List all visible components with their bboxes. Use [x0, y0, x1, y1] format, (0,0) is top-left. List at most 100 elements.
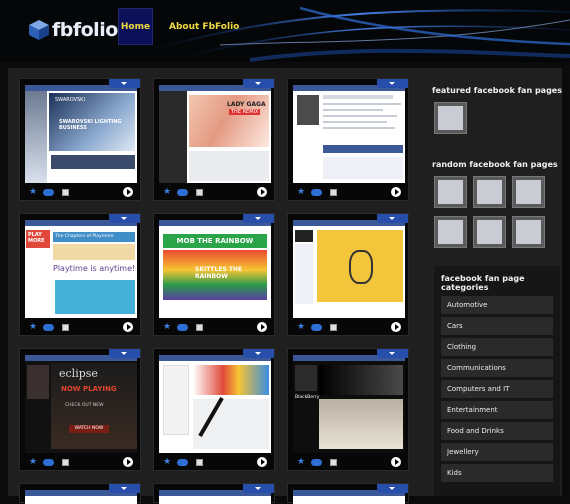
- share-icon[interactable]: [196, 459, 203, 466]
- random-thumbnail[interactable]: [512, 216, 545, 248]
- fan-page-card[interactable]: BlackBerry ★: [287, 348, 409, 471]
- card-thumbnail[interactable]: LADY GAGA THE REMIX: [159, 85, 271, 183]
- comment-icon[interactable]: [177, 189, 188, 196]
- share-icon[interactable]: [196, 324, 203, 331]
- star-icon[interactable]: ★: [29, 187, 37, 197]
- fan-page-card[interactable]: [19, 483, 141, 504]
- random-thumbnail[interactable]: [434, 216, 467, 248]
- category-communications[interactable]: Communications: [441, 359, 553, 378]
- dropdown-tab[interactable]: [377, 484, 408, 493]
- card-thumbnail[interactable]: [293, 85, 405, 183]
- logo-text: fbfolio: [52, 19, 118, 41]
- card-thumbnail[interactable]: [159, 355, 271, 453]
- dropdown-tab[interactable]: [109, 349, 140, 358]
- site-header: fbfolio Home About FbFolio: [0, 0, 570, 62]
- nav-about[interactable]: About FbFolio: [157, 8, 251, 45]
- card-text: NOW PLAYING: [61, 385, 117, 393]
- comment-icon[interactable]: [177, 324, 188, 331]
- share-icon[interactable]: [330, 324, 337, 331]
- card-text: SKITTLES THE RAINBOW: [195, 266, 243, 280]
- card-text: BlackBerry: [295, 395, 320, 400]
- play-icon[interactable]: [123, 187, 133, 197]
- play-icon[interactable]: [391, 457, 401, 467]
- play-icon[interactable]: [257, 187, 267, 197]
- fan-page-card[interactable]: PLAY MORE The Chapters of Playmore Playt…: [19, 213, 141, 336]
- category-food-and-drinks[interactable]: Food and Drinks: [441, 422, 553, 441]
- fan-page-card[interactable]: ★: [287, 78, 409, 201]
- category-cars[interactable]: Cars: [441, 317, 553, 336]
- comment-icon[interactable]: [43, 324, 54, 331]
- random-thumbnail[interactable]: [512, 176, 545, 208]
- random-thumbnail[interactable]: [473, 216, 506, 248]
- category-entertainment[interactable]: Entertainment: [441, 401, 553, 420]
- share-icon[interactable]: [62, 189, 69, 196]
- category-automotive[interactable]: Automotive: [441, 296, 553, 315]
- fan-page-card[interactable]: SWAROVSKI SWAROVSKI LIGHTING BUSINESS ★: [19, 78, 141, 201]
- card-text: The Chapters of Playmore: [53, 232, 135, 242]
- dropdown-tab[interactable]: [109, 79, 140, 88]
- random-title: random facebook fan pages: [432, 160, 558, 169]
- comment-icon[interactable]: [177, 459, 188, 466]
- random-thumbnail[interactable]: [473, 176, 506, 208]
- comment-icon[interactable]: [311, 459, 322, 466]
- star-icon[interactable]: ★: [297, 322, 305, 332]
- card-thumbnail[interactable]: BlackBerry: [293, 355, 405, 453]
- comment-icon[interactable]: [43, 459, 54, 466]
- categories-panel: facebook fan page categories Automotive …: [434, 266, 560, 496]
- share-icon[interactable]: [62, 324, 69, 331]
- fan-page-card[interactable]: MOB THE RAINBOW SKITTLES THE RAINBOW ★: [153, 213, 275, 336]
- dropdown-tab[interactable]: [243, 484, 274, 493]
- star-icon[interactable]: ★: [163, 457, 171, 467]
- dropdown-tab[interactable]: [243, 79, 274, 88]
- card-thumbnail[interactable]: [293, 220, 405, 318]
- fan-page-card[interactable]: ★: [287, 213, 409, 336]
- comment-icon[interactable]: [311, 324, 322, 331]
- star-icon[interactable]: ★: [163, 187, 171, 197]
- fan-page-card[interactable]: LADY GAGA THE REMIX ★: [153, 78, 275, 201]
- site-logo[interactable]: fbfolio: [28, 16, 118, 44]
- nav-home[interactable]: Home: [118, 8, 153, 45]
- fan-page-card[interactable]: eclipse NOW PLAYING CHECK OUT NEW WATCH …: [19, 348, 141, 471]
- play-icon[interactable]: [391, 187, 401, 197]
- share-icon[interactable]: [196, 189, 203, 196]
- fan-page-card[interactable]: ★: [153, 348, 275, 471]
- card-text: eclipse: [59, 367, 98, 380]
- dropdown-tab[interactable]: [377, 214, 408, 223]
- share-icon[interactable]: [330, 459, 337, 466]
- play-icon[interactable]: [391, 322, 401, 332]
- cube-logo-icon: [29, 20, 49, 40]
- dropdown-tab[interactable]: [243, 349, 274, 358]
- dropdown-tab[interactable]: [377, 349, 408, 358]
- share-icon[interactable]: [62, 459, 69, 466]
- play-icon[interactable]: [257, 457, 267, 467]
- card-text: CHECK OUT NEW: [65, 403, 104, 408]
- category-kids[interactable]: Kids: [441, 464, 553, 483]
- dropdown-tab[interactable]: [109, 484, 140, 493]
- star-icon[interactable]: ★: [297, 457, 305, 467]
- star-icon[interactable]: ★: [29, 457, 37, 467]
- share-icon[interactable]: [330, 189, 337, 196]
- star-icon[interactable]: ★: [29, 322, 37, 332]
- play-icon[interactable]: [123, 457, 133, 467]
- comment-icon[interactable]: [43, 189, 54, 196]
- fan-page-card[interactable]: [287, 483, 409, 504]
- play-icon[interactable]: [257, 322, 267, 332]
- category-clothing[interactable]: Clothing: [441, 338, 553, 357]
- star-icon[interactable]: ★: [163, 322, 171, 332]
- star-icon[interactable]: ★: [297, 187, 305, 197]
- category-computers-and-it[interactable]: Computers and IT: [441, 380, 553, 399]
- dropdown-tab[interactable]: [243, 214, 274, 223]
- comment-icon[interactable]: [311, 189, 322, 196]
- random-thumbnail[interactable]: [434, 176, 467, 208]
- card-thumbnail[interactable]: eclipse NOW PLAYING CHECK OUT NEW WATCH …: [25, 355, 137, 453]
- category-jewellery[interactable]: Jewellery: [441, 443, 553, 462]
- card-thumbnail[interactable]: MOB THE RAINBOW SKITTLES THE RAINBOW: [159, 220, 271, 318]
- play-icon[interactable]: [123, 322, 133, 332]
- card-thumbnail[interactable]: PLAY MORE The Chapters of Playmore Playt…: [25, 220, 137, 318]
- dropdown-tab[interactable]: [109, 214, 140, 223]
- card-text: THE REMIX: [229, 109, 261, 115]
- featured-thumbnail[interactable]: [434, 102, 467, 134]
- card-thumbnail[interactable]: SWAROVSKI SWAROVSKI LIGHTING BUSINESS: [25, 85, 137, 183]
- fan-page-card[interactable]: [153, 483, 275, 504]
- dropdown-tab[interactable]: [377, 79, 408, 88]
